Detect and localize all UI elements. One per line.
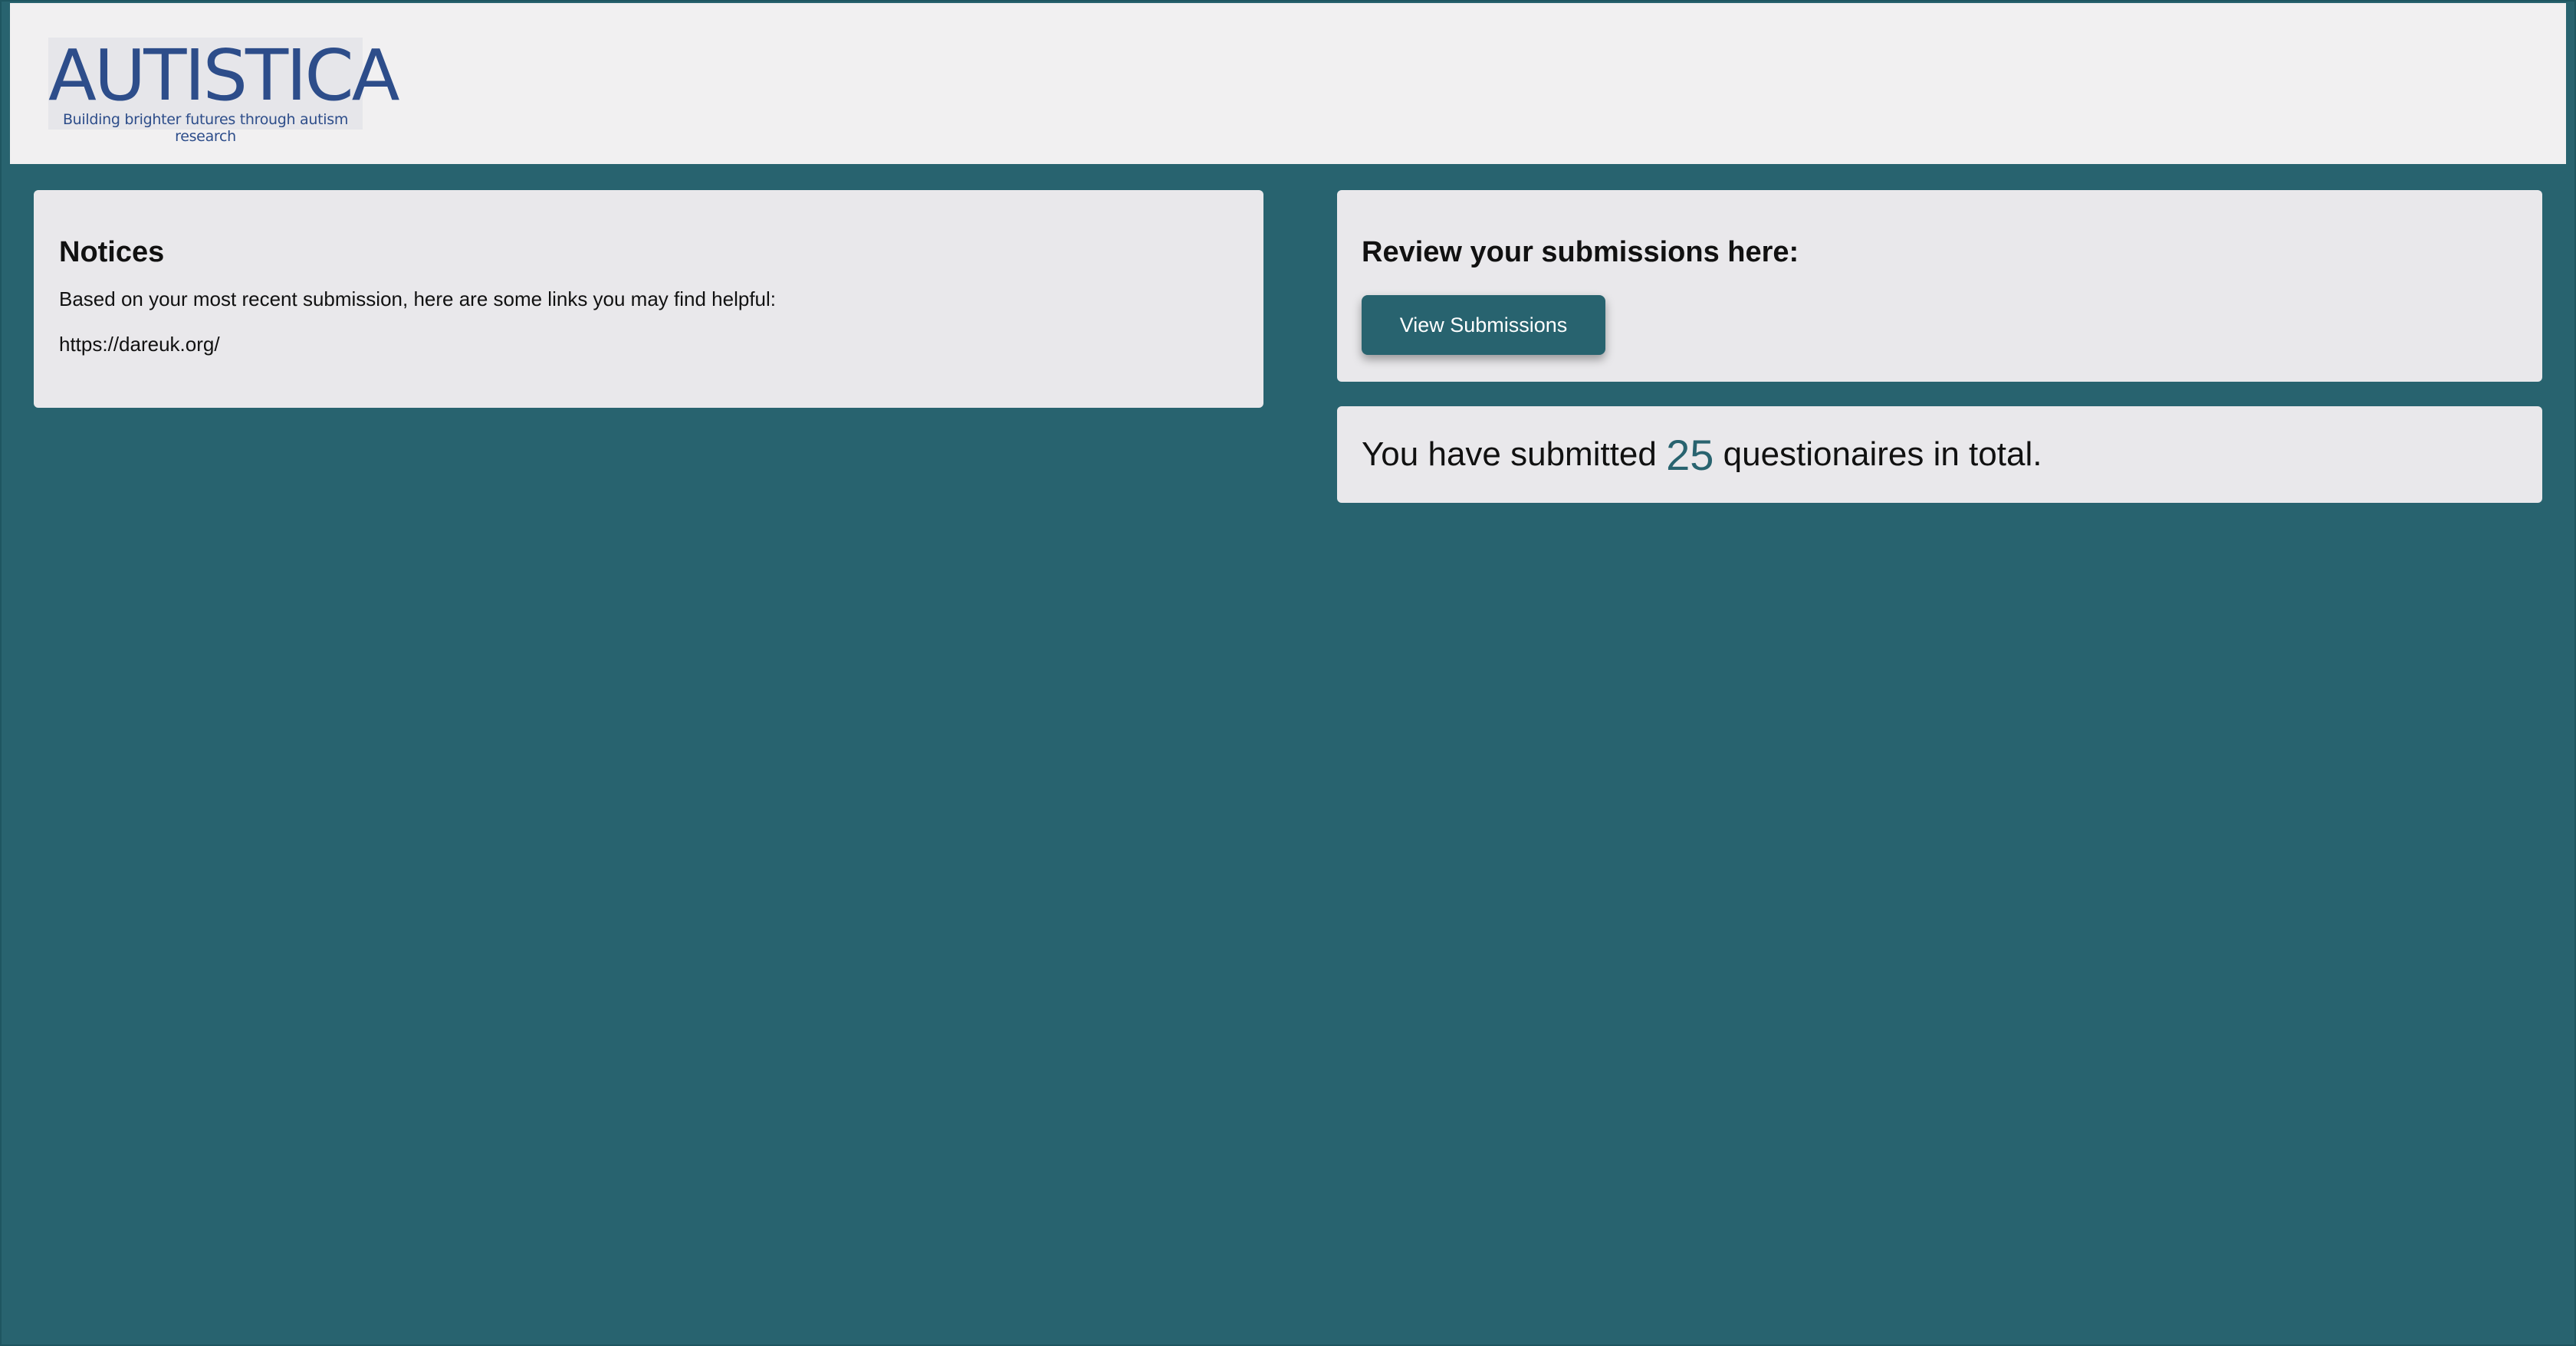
logo-tagline: Building brighter futures through autism… [62, 111, 349, 145]
total-suffix: questionaires in total. [1714, 435, 2042, 473]
view-submissions-button[interactable]: View Submissions [1362, 295, 1605, 355]
site-header: AUTISTICA Building brighter futures thro… [10, 3, 2566, 164]
notices-link[interactable]: https://dareuk.org/ [59, 333, 1238, 356]
submission-count: 25 [1666, 430, 1714, 479]
autistica-logo[interactable]: AUTISTICA Building brighter futures thro… [48, 34, 400, 145]
review-card: Review your submissions here: View Submi… [1337, 190, 2542, 382]
notices-card: Notices Based on your most recent submis… [34, 190, 1263, 408]
notices-title: Notices [59, 236, 165, 268]
submission-total-card: You have submitted 25 questionaires in t… [1337, 406, 2542, 503]
notices-intro: Based on your most recent submission, he… [59, 287, 777, 310]
total-prefix: You have submitted [1362, 435, 1667, 473]
logo-wordmark: AUTISTICA [48, 34, 400, 117]
review-title: Review your submissions here: [1362, 236, 1799, 268]
